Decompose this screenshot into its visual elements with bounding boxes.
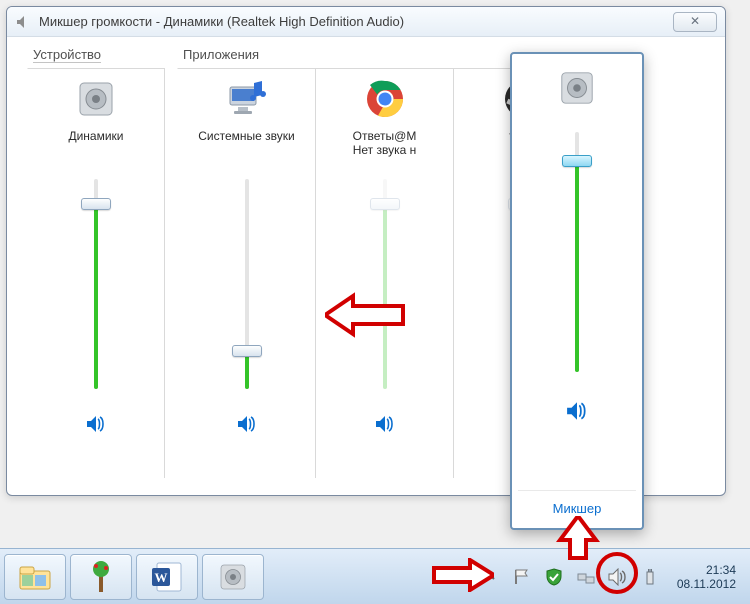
speaker-title-icon	[15, 14, 31, 30]
mixer-link[interactable]: Микшер	[518, 490, 636, 524]
column-label: Ответы@M Нет звука н	[353, 129, 417, 159]
taskbar-button-word[interactable]: W	[136, 554, 198, 600]
taskbar-clock[interactable]: 21:34 08.11.2012	[677, 563, 736, 591]
section-header-device: Устройство	[33, 47, 169, 62]
tray-chevron-icon[interactable]	[479, 566, 501, 588]
system-sounds-icon[interactable]	[223, 75, 271, 123]
tray-network-icon[interactable]	[575, 566, 597, 588]
mute-button-system[interactable]	[233, 411, 261, 437]
tray-power-icon[interactable]	[639, 566, 661, 588]
speaker-device-icon[interactable]	[557, 68, 597, 108]
taskbar-button-app[interactable]	[70, 554, 132, 600]
clock-date: 08.11.2012	[677, 577, 736, 591]
volume-slider-system[interactable]	[227, 179, 267, 389]
volume-slider-chrome[interactable]	[365, 179, 405, 389]
taskbar: W 21:34 08.11.2012	[0, 548, 750, 604]
taskbar-button-sound[interactable]	[202, 554, 264, 600]
volume-flyout: Микшер	[510, 52, 644, 530]
column-system-sounds: Системные звуки	[177, 68, 315, 478]
system-tray: 21:34 08.11.2012	[479, 563, 746, 591]
taskbar-button-explorer[interactable]	[4, 554, 66, 600]
column-chrome: Ответы@M Нет звука н	[315, 68, 453, 478]
column-label: Динамики	[68, 129, 123, 159]
titlebar[interactable]: Микшер громкости - Динамики (Realtek Hig…	[7, 7, 725, 37]
svg-text:W: W	[155, 570, 168, 585]
mute-button-chrome[interactable]	[371, 411, 399, 437]
close-button[interactable]: ✕	[673, 12, 717, 32]
column-device: Динамики	[27, 68, 165, 478]
volume-slider-device[interactable]	[76, 179, 116, 389]
column-label: Системные звуки	[198, 129, 294, 159]
window-title: Микшер громкости - Динамики (Realtek Hig…	[39, 14, 404, 29]
clock-time: 21:34	[677, 563, 736, 577]
speaker-device-icon[interactable]	[72, 75, 120, 123]
mute-button-device[interactable]	[82, 411, 110, 437]
mute-button-flyout[interactable]	[563, 398, 591, 424]
tray-volume-icon[interactable]	[607, 566, 629, 588]
volume-slider-flyout[interactable]	[557, 132, 597, 372]
tray-flag-icon[interactable]	[511, 566, 533, 588]
tray-shield-icon[interactable]	[543, 566, 565, 588]
chrome-icon[interactable]	[361, 75, 409, 123]
